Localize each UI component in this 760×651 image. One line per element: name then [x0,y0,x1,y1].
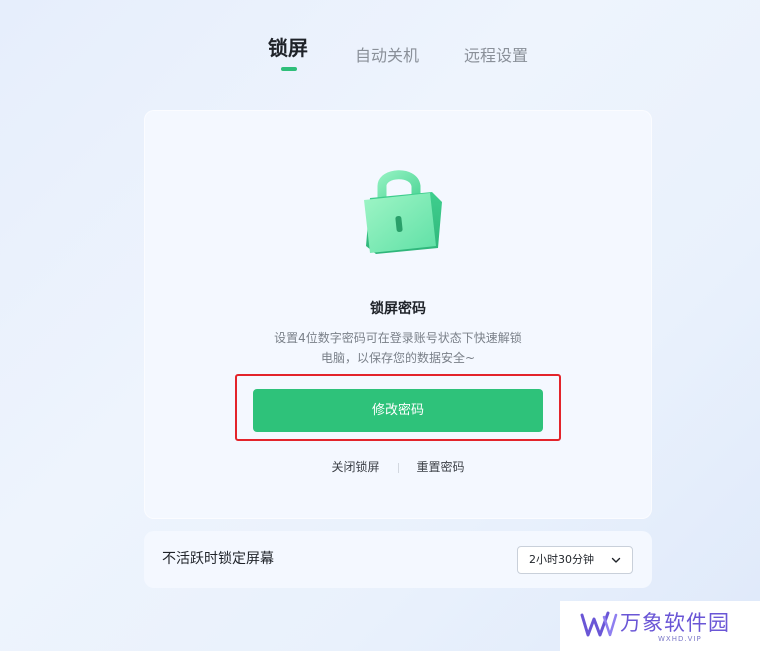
padlock-icon [352,162,448,258]
tab-auto-shutdown[interactable]: 自动关机 [355,42,419,66]
idle-lock-label: 不活跃时锁定屏幕 [162,551,274,567]
secondary-links: 关闭锁屏 重置密码 [144,458,652,475]
watermark-logo-icon [578,609,618,641]
card-title: 锁屏密码 [370,301,426,317]
idle-time-select[interactable]: 2小时30分钟 [517,546,633,574]
card-description: 设置4位数字密码可在登录账号状态下快速解锁 电脑，以保存您的数据安全~ [144,328,652,368]
watermark-subtext: WXHD.VIP [658,635,702,643]
watermark-text: 万象软件园 [620,611,730,635]
change-password-button[interactable]: 修改密码 [253,389,543,432]
tab-remote-settings[interactable]: 远程设置 [464,42,528,66]
description-line-1: 设置4位数字密码可在登录账号状态下快速解锁 [274,331,522,345]
active-tab-indicator [281,67,297,71]
chevron-down-icon [610,554,622,566]
idle-time-value: 2小时30分钟 [529,553,594,566]
link-divider [397,462,399,473]
watermark: 万象软件园 WXHD.VIP [560,601,760,651]
tab-bar: 锁屏 自动关机 远程设置 [0,34,760,74]
tab-lock-screen[interactable]: 锁屏 [268,32,308,61]
description-line-2: 电脑，以保存您的数据安全~ [320,351,476,365]
lock-password-card: 锁屏密码 设置4位数字密码可在登录账号状态下快速解锁 电脑，以保存您的数据安全~… [144,110,652,519]
reset-password-link[interactable]: 重置密码 [417,460,465,474]
idle-lock-row: 不活跃时锁定屏幕 2小时30分钟 [144,531,652,588]
disable-lock-link[interactable]: 关闭锁屏 [331,460,379,474]
